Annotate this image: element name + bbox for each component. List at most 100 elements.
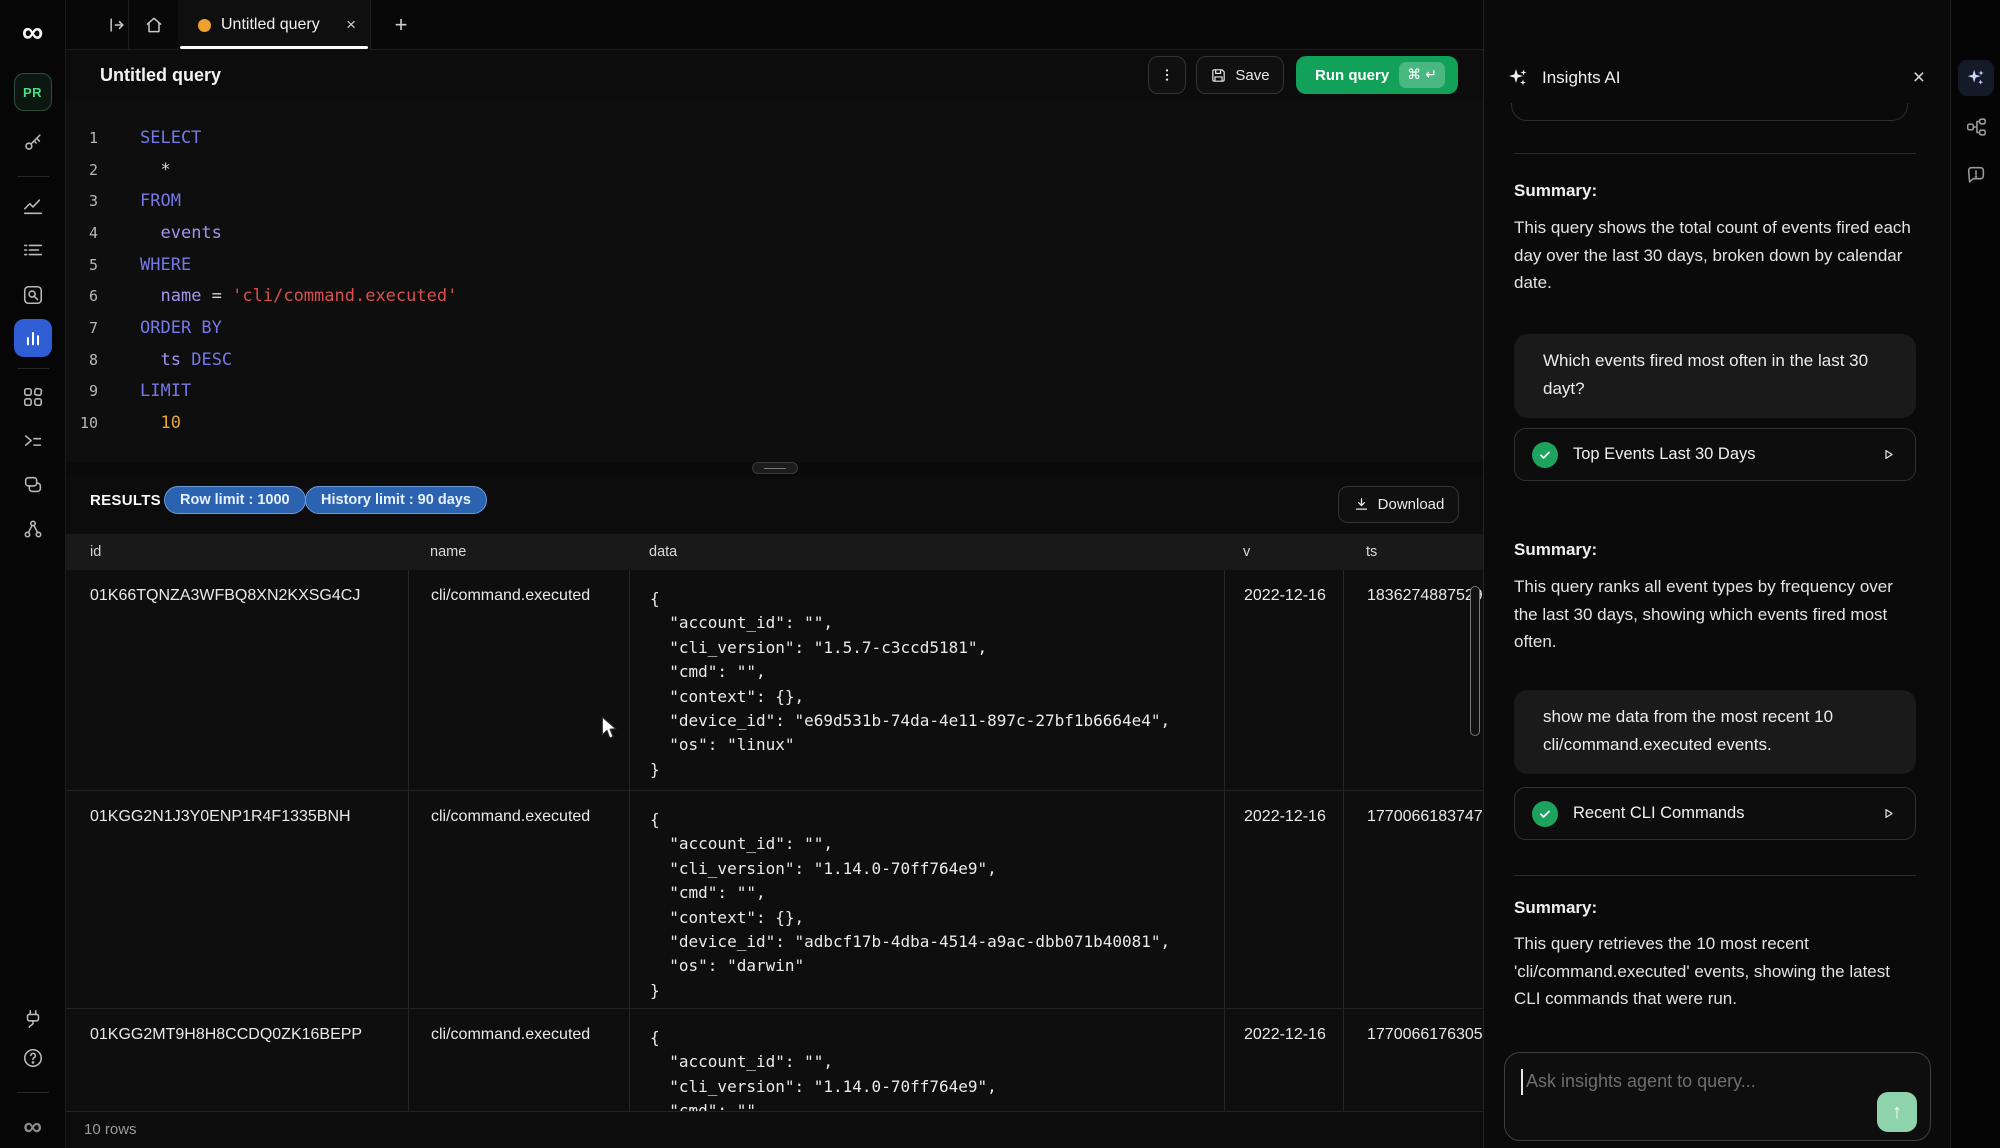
help-icon[interactable] bbox=[14, 1039, 52, 1077]
cell-name: cli/command.executed bbox=[408, 791, 629, 1008]
share-nodes-icon[interactable] bbox=[14, 510, 52, 548]
app-logo: ∞ bbox=[14, 14, 52, 52]
download-icon bbox=[1353, 496, 1370, 513]
cell-id: 01KGG2MT9H8H8CCDQ0ZK16BEPP bbox=[66, 1009, 408, 1111]
insights-input-placeholder: Ask insights agent to query... bbox=[1526, 1071, 1756, 1092]
key-icon[interactable] bbox=[14, 123, 52, 161]
check-icon bbox=[1532, 801, 1558, 827]
chart-line-icon[interactable] bbox=[14, 187, 52, 225]
column-header-data[interactable]: data bbox=[629, 544, 1224, 560]
editor-line[interactable]: 7ORDER BY bbox=[66, 312, 1483, 344]
new-tab-button[interactable]: + bbox=[370, 0, 432, 50]
tab-close-icon[interactable]: × bbox=[346, 15, 356, 35]
code-text: * bbox=[112, 160, 171, 180]
bar-chart-icon[interactable] bbox=[14, 319, 52, 357]
code-text: WHERE bbox=[112, 255, 191, 275]
editor-line[interactable]: 4 events bbox=[66, 217, 1483, 249]
sparkles-icon bbox=[1506, 66, 1530, 90]
insights-divider bbox=[1514, 153, 1916, 154]
table-scrollbar-thumb[interactable] bbox=[1470, 586, 1480, 736]
line-number: 2 bbox=[66, 161, 112, 179]
editor-line[interactable]: 9LIMIT bbox=[66, 376, 1483, 408]
editor-line[interactable]: 1SELECT bbox=[66, 122, 1483, 154]
footer-logo: ∞ bbox=[14, 1107, 52, 1145]
code-text: LIMIT bbox=[112, 381, 191, 401]
editor-line[interactable]: 2 * bbox=[66, 154, 1483, 186]
line-number: 7 bbox=[66, 319, 112, 337]
results-table-body: 01K66TQNZA3WFBQ8XN2KXSG4CJcli/command.ex… bbox=[66, 570, 1483, 1111]
chat-icon[interactable] bbox=[14, 466, 52, 504]
table-row[interactable]: 01KGG2N1J3Y0ENP1R4F1335BNHcli/command.ex… bbox=[66, 791, 1483, 1009]
home-icon[interactable] bbox=[129, 0, 178, 50]
row-count: 10 rows bbox=[84, 1121, 137, 1138]
sql-editor[interactable]: 1SELECT2 *3FROM4 events5WHERE6 name = 'c… bbox=[66, 100, 1483, 462]
code-text: FROM bbox=[112, 191, 181, 211]
workspace-badge[interactable]: PR bbox=[14, 73, 52, 111]
row-limit-badge[interactable]: Row limit : 1000 bbox=[164, 486, 306, 514]
cell-name: cli/command.executed bbox=[408, 1009, 629, 1111]
column-header-v[interactable]: v bbox=[1224, 544, 1343, 560]
insights-input[interactable]: Ask insights agent to query... ↑ bbox=[1504, 1052, 1931, 1141]
column-header-id[interactable]: id bbox=[66, 544, 408, 560]
user-question-bubble: Which events fired most often in the las… bbox=[1514, 334, 1916, 418]
cell-data-json: { "account_id": "", "cli_version": "1.14… bbox=[629, 791, 1224, 1008]
code-text: events bbox=[112, 223, 222, 243]
download-button[interactable]: Download bbox=[1338, 486, 1459, 523]
cell-ts: 1770066176305 bbox=[1343, 1009, 1483, 1111]
column-header-name[interactable]: name bbox=[408, 544, 629, 560]
splitter-handle[interactable] bbox=[752, 462, 798, 474]
send-button[interactable]: ↑ bbox=[1877, 1092, 1917, 1132]
sidebar-divider bbox=[17, 1092, 49, 1093]
right-icon-strip bbox=[1950, 0, 2000, 1148]
editor-line[interactable]: 3FROM bbox=[66, 185, 1483, 217]
sidebar-divider bbox=[17, 176, 49, 177]
line-number: 1 bbox=[66, 129, 112, 147]
save-label: Save bbox=[1235, 67, 1269, 84]
more-menu-button[interactable] bbox=[1148, 56, 1186, 94]
line-number: 6 bbox=[66, 287, 112, 305]
line-number: 8 bbox=[66, 351, 112, 369]
left-sidebar: ∞ PR bbox=[0, 0, 66, 1148]
check-icon bbox=[1532, 442, 1558, 468]
schema-tree-icon[interactable] bbox=[1958, 109, 1994, 145]
insights-close-icon[interactable]: × bbox=[1913, 66, 1925, 90]
editor-line[interactable]: 8 ts DESC bbox=[66, 344, 1483, 376]
tab-untitled-query[interactable]: Untitled query × bbox=[178, 0, 370, 50]
apps-grid-icon[interactable] bbox=[14, 378, 52, 416]
table-row[interactable]: 01KGG2MT9H8H8CCDQ0ZK16BEPPcli/command.ex… bbox=[66, 1009, 1483, 1111]
action-label: Recent CLI Commands bbox=[1573, 804, 1745, 823]
editor-line[interactable]: 6 name = 'cli/command.executed' bbox=[66, 280, 1483, 312]
code-text: name = 'cli/command.executed' bbox=[112, 286, 457, 306]
scrolled-card-partial bbox=[1511, 103, 1908, 121]
insights-header: Insights AI × bbox=[1484, 50, 1951, 105]
editor-line[interactable]: 10 10 bbox=[66, 407, 1483, 439]
save-button[interactable]: Save bbox=[1196, 56, 1284, 94]
tab-label: Untitled query bbox=[221, 16, 320, 34]
history-limit-badge[interactable]: History limit : 90 days bbox=[305, 486, 487, 514]
feedback-icon[interactable] bbox=[1958, 157, 1994, 193]
run-query-label: Run query bbox=[1315, 67, 1389, 84]
summary-text: This query ranks all event types by freq… bbox=[1514, 573, 1918, 656]
plug-icon[interactable] bbox=[14, 1000, 52, 1038]
column-header-ts[interactable]: ts bbox=[1343, 544, 1483, 560]
search-document-icon[interactable] bbox=[14, 276, 52, 314]
play-icon[interactable] bbox=[1880, 446, 1897, 463]
query-header: Untitled query Save Run query ⌘↵ bbox=[66, 50, 1483, 100]
editor-line[interactable]: 5WHERE bbox=[66, 249, 1483, 281]
insights-divider bbox=[1514, 875, 1916, 876]
play-icon[interactable] bbox=[1880, 805, 1897, 822]
insights-sparkles-icon[interactable] bbox=[1958, 60, 1994, 96]
results-label: RESULTS bbox=[90, 492, 161, 509]
cell-v: 2022-12-16 bbox=[1224, 791, 1343, 1008]
summary-text: This query shows the total count of even… bbox=[1514, 214, 1918, 297]
query-action-card[interactable]: Recent CLI Commands bbox=[1514, 787, 1916, 840]
code-text: 10 bbox=[112, 413, 181, 433]
table-row[interactable]: 01K66TQNZA3WFBQ8XN2KXSG4CJcli/command.ex… bbox=[66, 570, 1483, 791]
terminal-icon[interactable] bbox=[14, 422, 52, 460]
list-icon[interactable] bbox=[14, 231, 52, 269]
cell-id: 01KGG2N1J3Y0ENP1R4F1335BNH bbox=[66, 791, 408, 1008]
query-action-card[interactable]: Top Events Last 30 Days bbox=[1514, 428, 1916, 481]
line-number: 4 bbox=[66, 224, 112, 242]
run-query-button[interactable]: Run query ⌘↵ bbox=[1296, 56, 1458, 94]
code-text: ts DESC bbox=[112, 350, 232, 370]
